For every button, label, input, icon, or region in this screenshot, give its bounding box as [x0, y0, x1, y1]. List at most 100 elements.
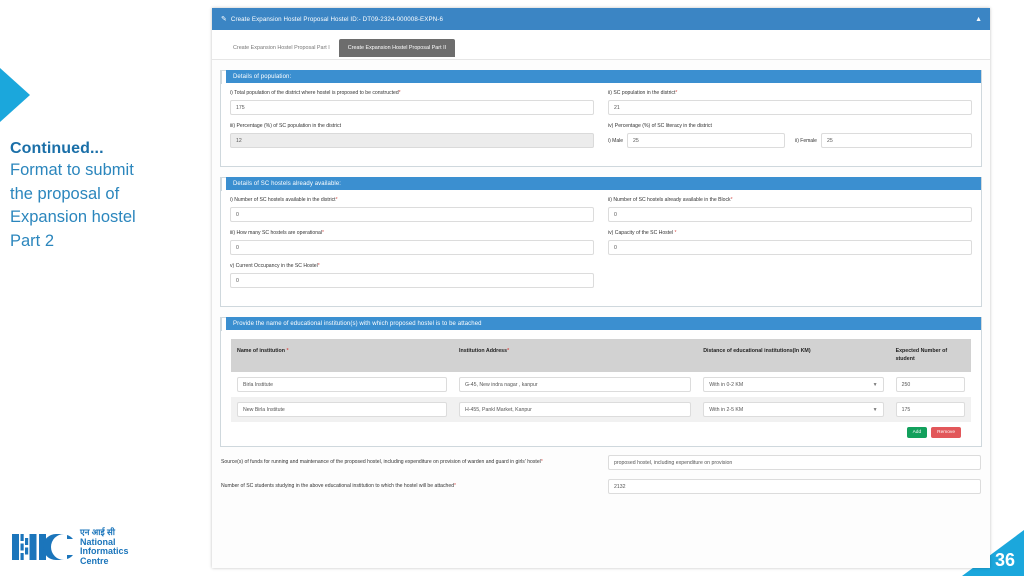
panel-corner [221, 317, 226, 331]
required-marker: * [286, 348, 289, 354]
hostels-in-block-input[interactable]: 0 [608, 207, 972, 222]
institutions-table: Name of institution * Institution Addres… [231, 339, 971, 422]
remove-row-button[interactable]: Remove [931, 427, 961, 438]
field-hostel-capacity: iv) Capacity of the SC Hostel * 0 [608, 230, 972, 255]
required-marker: * [730, 197, 733, 203]
distance-select[interactable]: With in 2-5 KM ▼ [703, 402, 884, 417]
slide-body-line: the proposal of [10, 184, 120, 203]
male-label: i) Male [608, 137, 624, 144]
chevron-down-icon: ▼ [872, 381, 878, 388]
female-literacy-group: ii) Female 25 [795, 133, 972, 148]
cell-name: Birla Institute [231, 372, 453, 397]
nic-line-3: Centre [80, 555, 109, 566]
total-population-input[interactable]: 175 [230, 100, 594, 115]
distance-select[interactable]: With in 0-2 KM ▼ [703, 377, 884, 392]
institutions-panel-body: Name of institution * Institution Addres… [221, 330, 981, 446]
window-title: Create Expansion Hostel Proposal Hostel … [230, 15, 443, 23]
sc-population-input[interactable]: 21 [608, 100, 972, 115]
pencil-icon: ✎ [221, 16, 227, 23]
institution-address-input[interactable]: H-455, Pankl Market, Kanpur [459, 402, 692, 417]
institutions-panel-title: Provide the name of educational institut… [226, 317, 981, 330]
cell-distance: With in 0-2 KM ▼ [697, 372, 889, 397]
field-sc-literacy: iv) Percentage (%) of SC literacy in the… [608, 123, 972, 148]
current-occupancy-input[interactable]: 0 [230, 273, 594, 288]
institutions-table-body: Birla Institute G-45, New indra nagar , … [231, 372, 971, 422]
funding-source-input[interactable]: proposed hostel, including expenditure o… [608, 455, 981, 470]
table-header-row: Name of institution * Institution Addres… [231, 339, 971, 372]
field-hostels-in-district: i) Number of SC hostels available in the… [230, 197, 594, 222]
required-marker: * [507, 348, 510, 354]
required-marker: * [674, 230, 677, 236]
field-current-occupancy: v) Current Occupancy in the SC Hostel* 0 [230, 263, 594, 288]
nic-logo-wordmark: एन आई सी National Informatics Centre [80, 527, 129, 566]
sc-literacy-label: iv) Percentage (%) of SC literacy in the… [608, 123, 712, 129]
institution-name-input[interactable]: New Birla Institute [237, 402, 447, 417]
add-row-button[interactable]: Add [906, 427, 928, 438]
funding-source-label: Source(s) of funds for running and maint… [221, 459, 543, 465]
decorative-arrow [0, 68, 30, 122]
hostels-operational-input[interactable]: 0 [230, 240, 594, 255]
hostels-in-district-label: i) Number of SC hostels available in the… [230, 197, 338, 203]
institution-name-input[interactable]: Birla Institute [237, 377, 447, 392]
col-expected-students: Expected Number of student [889, 339, 971, 372]
tab-part-2[interactable]: Create Expansion Hostel Proposal Part II [338, 38, 456, 57]
hostel-capacity-input[interactable]: 0 [608, 240, 972, 255]
sc-students-count-label: Number of SC students studying in the ab… [221, 483, 457, 489]
chevron-up-icon[interactable]: ▲ [975, 16, 982, 23]
field-hostels-operational: iii) How many SC hostels are operational… [230, 230, 594, 255]
hostels-operational-label: iii) How many SC hostels are operational… [230, 230, 324, 236]
cell-distance: With in 2-5 KM ▼ [697, 397, 890, 422]
hostels-in-district-input[interactable]: 0 [230, 207, 594, 222]
tab-bar: Create Expansion Hostel Proposal Part I … [212, 30, 990, 60]
panel-corner [221, 177, 226, 191]
nic-logo: एन आई सी National Informatics Centre [12, 527, 129, 566]
slide-body-line: Expansion hostel [10, 208, 136, 226]
tab-part-1[interactable]: Create Expansion Hostel Proposal Part I [224, 38, 339, 57]
male-literacy-group: i) Male 25 [608, 133, 785, 148]
sc-students-count-input[interactable]: 2132 [608, 479, 981, 494]
sc-percentage-label: iii) Percentage (%) of SC population in … [230, 123, 341, 129]
total-population-label: i) Total population of the district wher… [230, 90, 401, 96]
slide-heading: Continued... [10, 140, 104, 157]
table-row: New Birla Institute H-455, Pankl Market,… [231, 397, 971, 422]
sc-hostels-panel: Details of SC hostels already available:… [220, 177, 982, 307]
field-hostels-in-block: ii) Number of SC hostels already availab… [608, 197, 972, 222]
cell-students: 250 [890, 372, 971, 397]
nic-logo-mark [12, 534, 73, 560]
field-sc-population: ii) SC population in the district* 21 [608, 90, 972, 115]
hostel-capacity-label: iv) Capacity of the SC Hostel * [608, 230, 677, 236]
cell-address: G-45, New indra nagar , kanpur [453, 372, 697, 397]
col-name-of-institution: Name of institution * [231, 339, 453, 372]
slide-body: Format to submit the proposal of Expansi… [10, 159, 195, 253]
institution-address-input[interactable]: G-45, New indra nagar , kanpur [459, 377, 692, 392]
female-literacy-input[interactable]: 25 [820, 133, 972, 148]
funding-source-input-wrap: proposed hostel, including expenditure o… [608, 455, 981, 470]
col-distance: Distance of educational institutions(In … [697, 339, 890, 372]
distance-select-value: With in 0-2 KM [709, 381, 744, 388]
male-literacy-input[interactable]: 25 [627, 133, 785, 148]
field-sc-percentage: iii) Percentage (%) of SC population in … [230, 123, 594, 148]
chevron-down-icon: ▼ [872, 406, 878, 413]
slide-body-line: Format to submit [10, 161, 134, 179]
slide-body-line: Part 2 [10, 231, 55, 250]
institutions-panel: Provide the name of educational institut… [220, 317, 982, 447]
current-occupancy-label: v) Current Occupancy in the SC Hostel* [230, 263, 320, 269]
cell-address: H-455, Pankl Market, Kanpur [453, 397, 698, 422]
population-panel-body: i) Total population of the district wher… [221, 83, 981, 166]
sc-students-count-input-wrap: 2132 [608, 479, 981, 494]
cell-name: New Birla Institute [231, 397, 453, 422]
cell-students: 175 [889, 397, 971, 422]
expected-students-input[interactable]: 175 [895, 402, 965, 417]
field-total-population: i) Total population of the district wher… [230, 90, 594, 115]
hostels-in-block-label: ii) Number of SC hostels already availab… [608, 197, 733, 203]
female-label: ii) Female [795, 137, 817, 144]
sc-hostels-panel-body: i) Number of SC hostels available in the… [221, 190, 981, 306]
required-marker: * [454, 483, 457, 489]
footer-fields: Source(s) of funds for running and maint… [212, 447, 990, 494]
required-marker: * [317, 263, 320, 269]
expected-students-input[interactable]: 250 [895, 377, 965, 392]
page-number: 36 [994, 550, 1015, 570]
required-marker: * [335, 197, 338, 203]
required-marker: * [398, 90, 401, 96]
slide-text-block: Continued... Format to submit the propos… [10, 140, 195, 253]
